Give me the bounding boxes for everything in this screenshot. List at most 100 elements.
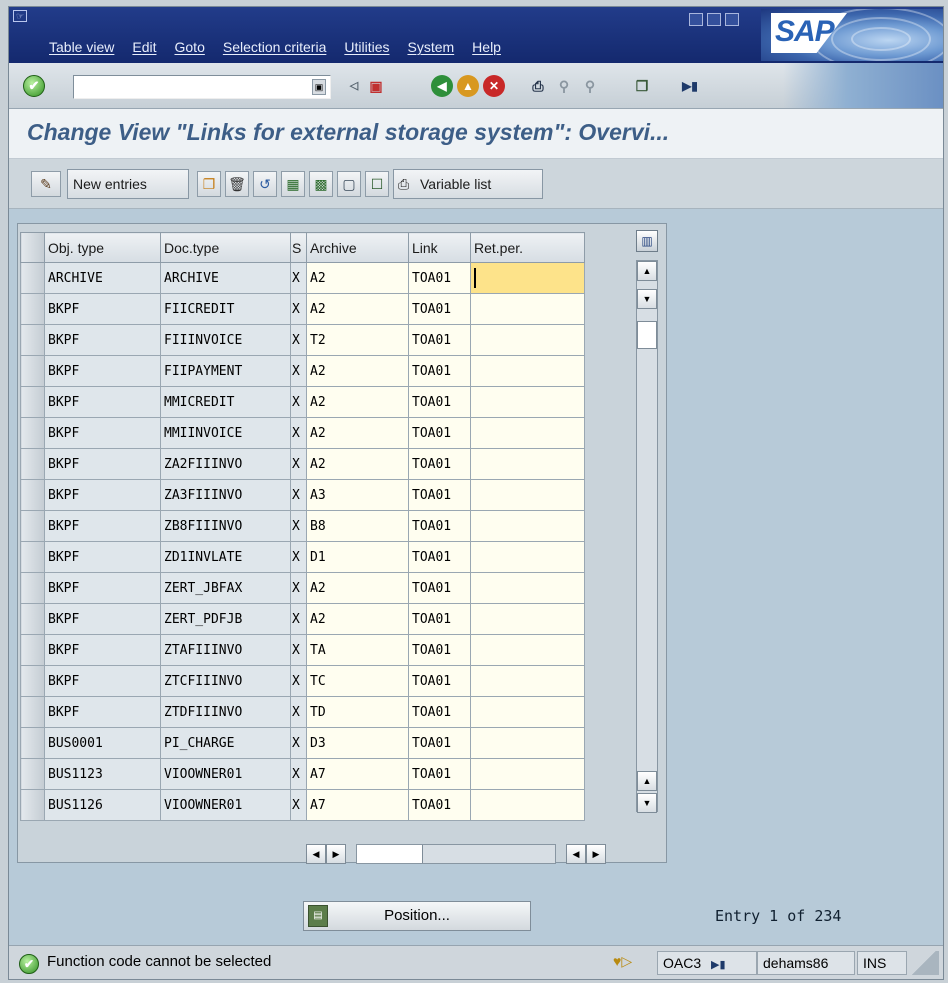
ret-per-cell[interactable] bbox=[470, 634, 585, 666]
link-cell[interactable]: TOA01 bbox=[408, 634, 471, 666]
archive-cell[interactable]: TD bbox=[306, 696, 409, 728]
resize-grip[interactable] bbox=[909, 951, 939, 975]
undo-change-icon[interactable]: ↺ bbox=[253, 171, 277, 197]
horizontal-scroll-thumb[interactable] bbox=[357, 845, 423, 863]
transaction-field[interactable]: OAC3 ▶▮ bbox=[657, 951, 757, 975]
ret-per-cell[interactable] bbox=[470, 727, 585, 759]
row-selector[interactable] bbox=[20, 262, 45, 294]
row-selector[interactable] bbox=[20, 541, 45, 573]
row-selector[interactable] bbox=[20, 789, 45, 821]
col-header-obj-type[interactable]: Obj. type bbox=[44, 232, 161, 263]
link-cell[interactable]: TOA01 bbox=[408, 448, 471, 480]
new-entries-button[interactable]: New entries bbox=[67, 169, 189, 199]
ret-per-cell[interactable] bbox=[470, 324, 585, 356]
link-cell[interactable]: TOA01 bbox=[408, 262, 471, 294]
row-selector[interactable] bbox=[20, 603, 45, 635]
scroll-left-icon[interactable]: ◀ bbox=[306, 844, 326, 864]
archive-cell[interactable]: A2 bbox=[306, 262, 409, 294]
ret-per-cell[interactable] bbox=[470, 758, 585, 790]
archive-cell[interactable]: T2 bbox=[306, 324, 409, 356]
archive-cell[interactable]: TC bbox=[306, 665, 409, 697]
select-block-icon[interactable]: ▩ bbox=[309, 171, 333, 197]
link-cell[interactable]: TOA01 bbox=[408, 510, 471, 542]
enter-icon[interactable]: ✔ bbox=[23, 75, 45, 97]
col-header-link[interactable]: Link bbox=[408, 232, 471, 263]
menu-selection-criteria[interactable]: Selection criteria bbox=[223, 39, 327, 55]
select-all-icon[interactable]: ▦ bbox=[281, 171, 305, 197]
row-selector[interactable] bbox=[20, 355, 45, 387]
archive-cell[interactable]: A7 bbox=[306, 789, 409, 821]
select-all-rows[interactable] bbox=[20, 232, 45, 263]
ret-per-cell[interactable] bbox=[470, 572, 585, 604]
link-cell[interactable]: TOA01 bbox=[408, 417, 471, 449]
link-cell[interactable]: TOA01 bbox=[408, 758, 471, 790]
row-selector[interactable] bbox=[20, 510, 45, 542]
table-settings-icon[interactable]: ▥ bbox=[636, 230, 658, 252]
ret-per-cell[interactable] bbox=[470, 448, 585, 480]
row-selector[interactable] bbox=[20, 417, 45, 449]
ret-per-cell[interactable] bbox=[470, 510, 585, 542]
cancel-icon[interactable]: ✕ bbox=[483, 75, 505, 97]
close-icon[interactable] bbox=[725, 13, 739, 26]
row-selector[interactable] bbox=[20, 727, 45, 759]
archive-cell[interactable]: A2 bbox=[306, 417, 409, 449]
row-selector[interactable] bbox=[20, 293, 45, 325]
ret-per-cell[interactable] bbox=[470, 665, 585, 697]
horizontal-scroll-track[interactable] bbox=[356, 844, 556, 864]
archive-cell[interactable]: TA bbox=[306, 634, 409, 666]
insert-mode-field[interactable]: INS bbox=[857, 951, 907, 975]
system-menu-icon[interactable]: ☞ bbox=[13, 10, 27, 22]
col-header-s[interactable]: S bbox=[290, 232, 307, 263]
vertical-scrollbar[interactable]: ▲ ▼ ▲ ▼ bbox=[636, 260, 658, 813]
scroll-up-icon[interactable]: ▲ bbox=[637, 261, 657, 281]
ret-per-cell[interactable] bbox=[470, 417, 585, 449]
print-icon[interactable]: ⎙ bbox=[527, 75, 549, 97]
row-selector[interactable] bbox=[20, 572, 45, 604]
link-cell[interactable]: TOA01 bbox=[408, 386, 471, 418]
menu-edit[interactable]: Edit bbox=[132, 39, 156, 55]
copy-icon[interactable]: ❐ bbox=[197, 171, 221, 197]
link-cell[interactable]: TOA01 bbox=[408, 603, 471, 635]
link-cell[interactable]: TOA01 bbox=[408, 293, 471, 325]
ret-per-cell[interactable] bbox=[470, 789, 585, 821]
row-selector[interactable] bbox=[20, 386, 45, 418]
menu-table-view[interactable]: Table view bbox=[49, 39, 114, 55]
variable-list-button[interactable]: ⎙ Variable list bbox=[393, 169, 543, 199]
scroll-down-icon[interactable]: ▼ bbox=[637, 289, 657, 309]
ret-per-cell[interactable] bbox=[470, 541, 585, 573]
column-left-icon[interactable]: ◀ bbox=[566, 844, 586, 864]
archive-cell[interactable]: A2 bbox=[306, 386, 409, 418]
minimize-icon[interactable] bbox=[689, 13, 703, 26]
archive-cell[interactable]: A3 bbox=[306, 479, 409, 511]
ret-per-cell[interactable] bbox=[470, 262, 585, 294]
link-cell[interactable]: TOA01 bbox=[408, 355, 471, 387]
shortcut-icon[interactable]: ▶▮ bbox=[679, 75, 701, 97]
ret-per-cell[interactable] bbox=[470, 479, 585, 511]
scroll-right-icon[interactable]: ▶ bbox=[326, 844, 346, 864]
ret-per-cell[interactable] bbox=[470, 603, 585, 635]
row-selector[interactable] bbox=[20, 479, 45, 511]
archive-cell[interactable]: D3 bbox=[306, 727, 409, 759]
link-cell[interactable]: TOA01 bbox=[408, 665, 471, 697]
link-cell[interactable]: TOA01 bbox=[408, 696, 471, 728]
deselect-all-icon[interactable]: ▢ bbox=[337, 171, 361, 197]
create-session-icon[interactable]: ❐ bbox=[631, 75, 653, 97]
link-cell[interactable]: TOA01 bbox=[408, 324, 471, 356]
archive-cell[interactable]: A2 bbox=[306, 293, 409, 325]
row-selector[interactable] bbox=[20, 448, 45, 480]
archive-cell[interactable]: A7 bbox=[306, 758, 409, 790]
archive-cell[interactable]: A2 bbox=[306, 603, 409, 635]
ret-per-cell[interactable] bbox=[470, 696, 585, 728]
server-field[interactable]: dehams86 bbox=[757, 951, 855, 975]
choose-icon[interactable]: ☐ bbox=[365, 171, 389, 197]
maximize-icon[interactable] bbox=[707, 13, 721, 26]
col-header-ret-per[interactable]: Ret.per. bbox=[470, 232, 585, 263]
link-cell[interactable]: TOA01 bbox=[408, 572, 471, 604]
status-info-icon[interactable]: ♥▷ bbox=[613, 953, 632, 970]
delete-icon[interactable]: 🗑 bbox=[225, 171, 249, 197]
ret-per-cell[interactable] bbox=[470, 293, 585, 325]
menu-goto[interactable]: Goto bbox=[175, 39, 205, 55]
display-change-icon[interactable]: ✎ bbox=[31, 171, 61, 197]
col-header-doc-type[interactable]: Doc.type bbox=[160, 232, 291, 263]
row-selector[interactable] bbox=[20, 634, 45, 666]
